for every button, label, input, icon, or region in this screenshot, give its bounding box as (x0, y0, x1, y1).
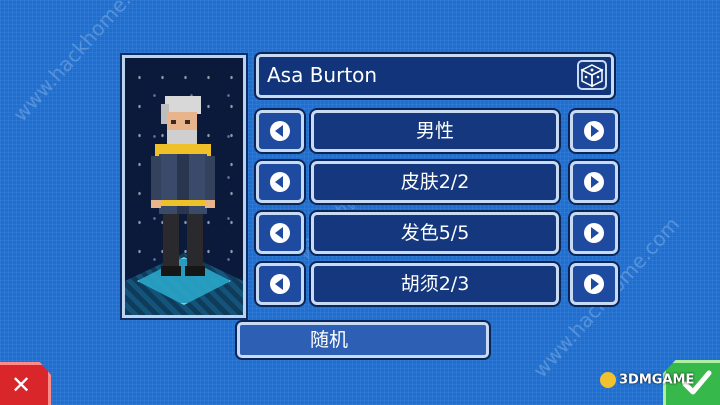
skin-prev-button[interactable] (256, 161, 304, 203)
character-name: Asa Burton (267, 63, 378, 87)
character-name-bar: Asa Burton (256, 54, 614, 98)
arrow-left-icon (270, 223, 290, 243)
dice-icon[interactable] (577, 60, 607, 90)
gender-next-button[interactable] (570, 110, 618, 152)
skin-next-button[interactable] (570, 161, 618, 203)
arrow-left-icon (270, 121, 290, 141)
beard-option: 胡须2/3 (311, 263, 559, 305)
skin-option: 皮肤2/2 (311, 161, 559, 203)
3dm-logo: 3DMGAME (600, 372, 694, 388)
logo-text: 3DMGAME (619, 372, 695, 388)
hair-color-prev-button[interactable] (256, 212, 304, 254)
hair-color-option: 发色5/5 (311, 212, 559, 254)
arrow-right-icon (584, 223, 604, 243)
beard-next-button[interactable] (570, 263, 618, 305)
character-portrait (122, 55, 246, 318)
hair-color-next-button[interactable] (570, 212, 618, 254)
close-icon: ✕ (11, 371, 32, 399)
arrow-left-icon (270, 274, 290, 294)
gender-option: 男性 (311, 110, 559, 152)
arrow-right-icon (584, 274, 604, 294)
beard-prev-button[interactable] (256, 263, 304, 305)
arrow-right-icon (584, 172, 604, 192)
character-sprite (151, 96, 215, 282)
close-button[interactable]: ✕ (0, 362, 51, 405)
gender-prev-button[interactable] (256, 110, 304, 152)
arrow-left-icon (270, 172, 290, 192)
arrow-right-icon (584, 121, 604, 141)
random-button[interactable]: 随机 (237, 322, 489, 358)
logo-emblem-icon (600, 372, 616, 388)
